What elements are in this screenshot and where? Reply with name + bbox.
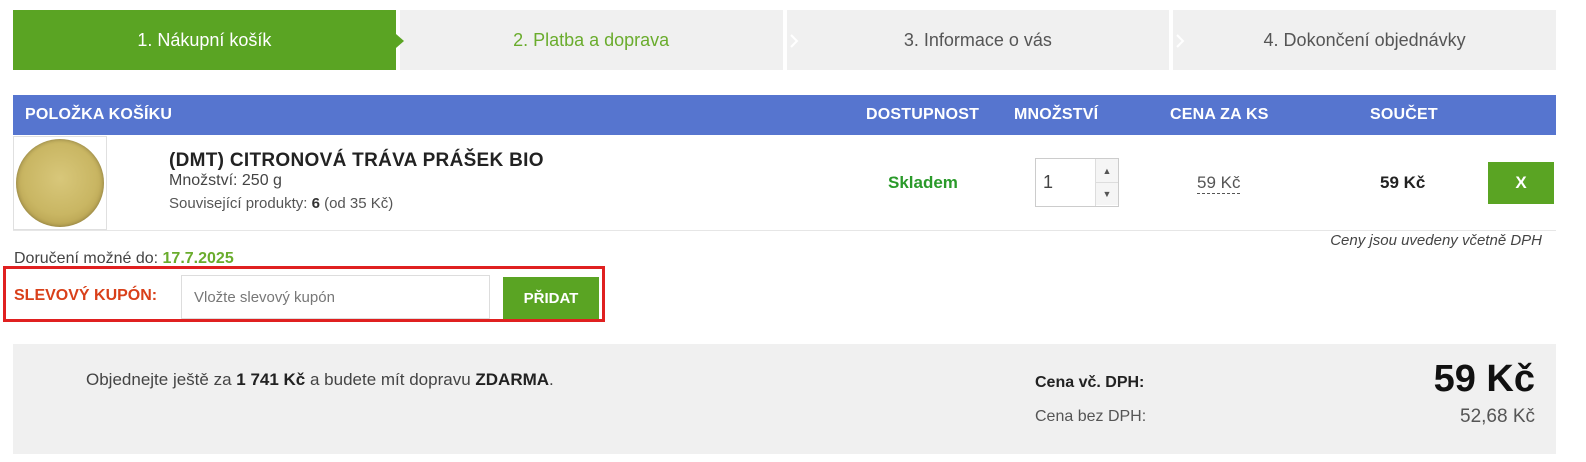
free-shipping-middle: a budete mít dopravu xyxy=(305,370,476,389)
chevron-right-icon xyxy=(1176,34,1185,48)
free-shipping-prefix: Objednejte ještě za xyxy=(86,370,237,389)
product-amount: Množství: 250 g xyxy=(169,172,282,189)
related-products-suffix: (od 35 Kč) xyxy=(319,195,394,212)
header-total: SOUČET xyxy=(1370,106,1438,123)
caret-down-icon[interactable]: ▼ xyxy=(1096,182,1118,205)
step-order-completion[interactable]: 4. Dokončení objednávky xyxy=(1173,10,1556,70)
price-without-vat-label: Cena bez DPH: xyxy=(1035,408,1147,425)
cart-row: (DMT) CITRONOVÁ TRÁVA PRÁŠEK BIO Množstv… xyxy=(13,135,1556,231)
coupon-input[interactable] xyxy=(181,275,490,319)
remove-item-button[interactable]: X xyxy=(1488,162,1554,204)
vat-note: Ceny jsou uvedeny včetně DPH xyxy=(1330,232,1542,249)
coupon-label: SLEVOVÝ KUPÓN: xyxy=(14,287,158,304)
related-products[interactable]: Související produkty: 6 (od 35 Kč) xyxy=(169,195,393,212)
step-order-completion-label: 4. Dokončení objednávky xyxy=(1263,29,1466,50)
availability-status: Skladem xyxy=(888,173,958,192)
product-title[interactable]: (DMT) CITRONOVÁ TRÁVA PRÁŠEK BIO xyxy=(169,150,544,172)
price-without-vat: 52,68 Kč xyxy=(1460,406,1535,427)
header-availability: DOSTUPNOST xyxy=(866,106,980,123)
related-products-count: 6 xyxy=(311,195,320,212)
checkout-steps: 1. Nákupní košík 2. Platba a doprava 3. … xyxy=(13,10,1556,70)
delivery-label: Doručení možné do: xyxy=(14,250,163,267)
quantity-input[interactable] xyxy=(1036,159,1096,206)
step-customer-info[interactable]: 3. Informace o vás xyxy=(786,10,1170,70)
related-products-prefix: Související produkty: xyxy=(169,195,312,212)
order-summary: Objednejte ještě za 1 741 Kč a budete mí… xyxy=(13,344,1556,454)
header-item: POLOŽKA KOŠÍKU xyxy=(25,106,173,123)
price-with-vat: 59 Kč xyxy=(1433,358,1535,400)
free-shipping-amount: 1 741 Kč xyxy=(236,370,306,389)
row-total: 59 Kč xyxy=(1380,173,1426,192)
quantity-spinner: ▲ ▼ xyxy=(1095,159,1118,206)
chevron-right-icon xyxy=(789,34,798,48)
unit-price: 59 Kč xyxy=(1197,173,1241,194)
header-unit-price: CENA ZA KS xyxy=(1170,106,1269,123)
step-cart[interactable]: 1. Nákupní košík xyxy=(13,10,404,70)
delivery-date: 17.7.2025 xyxy=(162,250,234,267)
step-payment-shipping[interactable]: 2. Platba a doprava xyxy=(399,10,783,70)
price-with-vat-label: Cena vč. DPH: xyxy=(1035,374,1145,391)
product-image[interactable] xyxy=(13,136,107,230)
header-quantity: MNOŽSTVÍ xyxy=(1014,106,1099,123)
coupon-section: SLEVOVÝ KUPÓN: PŘIDAT xyxy=(3,266,605,322)
free-shipping-suffix: . xyxy=(549,370,554,389)
free-shipping-word: ZDARMA xyxy=(475,370,550,389)
caret-up-icon[interactable]: ▲ xyxy=(1096,159,1118,182)
step-customer-info-label: 3. Informace o vás xyxy=(903,29,1052,50)
add-coupon-button[interactable]: PŘIDAT xyxy=(503,277,599,319)
step-payment-shipping-label: 2. Platba a doprava xyxy=(513,29,670,50)
quantity-stepper: ▲ ▼ xyxy=(1035,158,1119,207)
step-cart-label: 1. Nákupní košík xyxy=(137,29,272,50)
free-shipping-message: Objednejte ještě za 1 741 Kč a budete mí… xyxy=(86,370,554,390)
cart-table-header: POLOŽKA KOŠÍKU DOSTUPNOST MNOŽSTVÍ CENA … xyxy=(13,95,1556,135)
